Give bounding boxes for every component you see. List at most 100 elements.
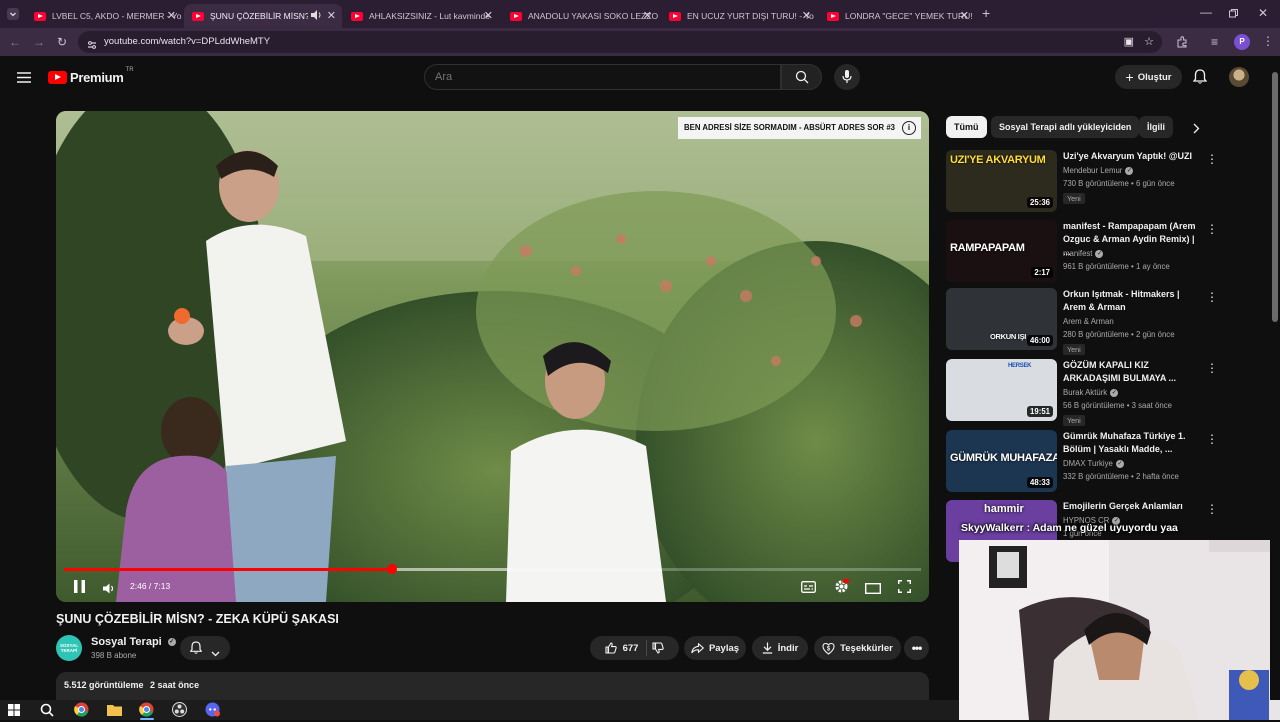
recommendation-title[interactable]: Emojilerin Gerçek Anlamları — [1063, 500, 1203, 513]
endscreen-suggestion-chip[interactable]: BEN ADRESİ SİZE SORMADIM - ABSÜRT ADRES … — [678, 117, 921, 139]
more-options-icon[interactable]: ⋮ — [1206, 502, 1218, 516]
share-label: Paylaş — [708, 642, 740, 654]
scrollbar-thumb[interactable] — [1272, 72, 1278, 322]
theater-mode-icon[interactable] — [864, 581, 882, 599]
close-tab-icon[interactable]: ✕ — [167, 9, 176, 22]
recommendation-channel[interactable]: manifest ✓ — [1063, 249, 1104, 258]
obs-taskbar-icon[interactable] — [172, 702, 188, 718]
more-actions-button[interactable]: ••• — [904, 636, 929, 660]
recommendation-channel[interactable]: Arem & Arman — [1063, 317, 1114, 326]
recommendation-thumbnail[interactable]: GÜMRÜK MUHAFAZA 48:33 — [946, 430, 1057, 492]
fullscreen-icon[interactable] — [897, 579, 912, 598]
chip-related[interactable]: İlgili — [1139, 116, 1173, 138]
settings-gear-icon[interactable] — [834, 579, 849, 599]
chips-scroll-right-icon[interactable] — [1193, 121, 1200, 139]
browser-tab[interactable]: AHLAKSIZSINIZ - Lut kavminde ✕ — [343, 4, 499, 28]
channel-avatar[interactable]: SOSYAL TERAPİ — [56, 635, 82, 661]
recommendation-item[interactable]: GÜMRÜK MUHAFAZA 48:33 Gümrük Muhafaza Türk… — [946, 430, 1264, 496]
search-input[interactable] — [424, 64, 781, 90]
volume-icon[interactable] — [103, 581, 115, 599]
browser-tab[interactable]: LVBEL C5, AKDO - MERMER - Yo ✕ — [26, 4, 182, 28]
bookmark-star-icon[interactable]: ☆ — [1144, 31, 1154, 53]
chip-from-uploader[interactable]: Sosyal Terapi adlı yükleyiciden — [991, 116, 1140, 138]
search-button[interactable] — [781, 64, 822, 90]
recommendation-channel[interactable]: Burak Aktürk ✓ — [1063, 388, 1119, 397]
account-avatar[interactable] — [1229, 67, 1249, 87]
recommendation-channel[interactable]: Mendebur Lemur ✓ — [1063, 166, 1134, 175]
more-options-icon[interactable]: ⋮ — [1206, 152, 1218, 166]
recommendation-item[interactable]: RAMPAPAPAM 2:17 manifest - Rampapapam (Are… — [946, 220, 1264, 286]
video-player[interactable]: BEN ADRESİ SİZE SORMADIM - ABSÜRT ADRES … — [56, 111, 929, 602]
recommendation-title[interactable]: Uzi'ye Akvaryum Yaptık! @UZI — [1063, 150, 1203, 163]
close-tab-icon[interactable]: ✕ — [960, 9, 969, 22]
close-tab-icon[interactable]: ✕ — [643, 9, 652, 22]
windows-start-icon[interactable] — [8, 702, 24, 718]
more-options-icon[interactable]: ⋮ — [1206, 432, 1218, 446]
subtitles-icon[interactable] — [801, 580, 816, 598]
restore-window-icon[interactable] — [1229, 8, 1238, 20]
cast-icon[interactable]: ▣ — [1124, 31, 1134, 53]
browser-tab[interactable]: EN UCUZ YURT DIŞI TURU! - Yo ✕ — [661, 4, 817, 28]
close-tab-icon[interactable]: ✕ — [484, 9, 493, 22]
reload-icon[interactable]: ↻ — [57, 36, 67, 48]
forward-icon[interactable]: → — [33, 36, 45, 48]
recommendation-item[interactable]: ORKUN IŞI 46:00 Orkun Işıtmak - Hitmakers … — [946, 288, 1264, 355]
hamburger-menu-icon[interactable] — [17, 70, 31, 88]
file-explorer-icon[interactable] — [107, 702, 123, 718]
recommendation-thumbnail[interactable]: ORKUN IŞI 46:00 — [946, 288, 1057, 350]
discord-taskbar-icon[interactable] — [205, 702, 221, 718]
channel-name-text: DMAX Turkiye — [1063, 459, 1113, 468]
chrome-taskbar-icon[interactable] — [74, 702, 90, 718]
browser-tab[interactable]: LONDRA "GECE" YEMEK TURU! ✕ — [819, 4, 975, 28]
channel-name[interactable]: Sosyal Terapi ✓ — [91, 636, 176, 648]
back-icon[interactable]: ← — [9, 36, 21, 48]
more-options-icon[interactable]: ⋮ — [1206, 290, 1218, 304]
address-bar[interactable]: youtube.com/watch?v=DPLddWheMTY ▣ ☆ — [78, 31, 1162, 53]
create-button[interactable]: + Oluştur — [1115, 65, 1182, 89]
more-options-icon[interactable]: ⋮ — [1206, 222, 1218, 236]
recommendation-channel[interactable]: DMAX Turkiye ✓ — [1063, 459, 1124, 468]
recommendation-title[interactable]: Gümrük Muhafaza Türkiye 1. Bölüm | Yasak… — [1063, 430, 1203, 456]
tab-search-icon[interactable] — [7, 8, 19, 22]
dislike-button[interactable] — [652, 642, 665, 654]
subscription-bell-button[interactable] — [180, 636, 230, 660]
page-scrollbar[interactable] — [1270, 56, 1280, 700]
close-window-icon[interactable]: ✕ — [1258, 7, 1268, 19]
thumbnail-caption: HERSEK — [1008, 363, 1032, 369]
thanks-button[interactable]: $ Teşekkürler — [814, 636, 901, 660]
profile-avatar[interactable]: P — [1234, 34, 1250, 50]
new-tab-icon[interactable]: + — [982, 6, 990, 20]
download-button[interactable]: İndir — [752, 636, 808, 660]
minimize-window-icon[interactable]: — — [1200, 6, 1212, 18]
recommendation-thumbnail[interactable]: RAMPAPAPAM 2:17 — [946, 220, 1057, 282]
share-button[interactable]: Paylaş — [684, 636, 746, 660]
speaker-icon[interactable] — [311, 10, 322, 22]
chip-all[interactable]: Tümü — [946, 116, 987, 138]
notifications-bell-icon[interactable] — [1192, 69, 1208, 89]
more-options-icon[interactable]: ⋮ — [1206, 361, 1218, 375]
taskbar-search-icon[interactable] — [40, 702, 56, 718]
like-button[interactable]: 677 — [605, 640, 648, 656]
info-icon[interactable]: i — [902, 121, 916, 135]
close-tab-icon[interactable]: ✕ — [327, 9, 336, 22]
pause-icon[interactable] — [74, 580, 85, 598]
browser-menu-icon[interactable]: ⋮ — [1262, 35, 1274, 47]
voice-search-button[interactable] — [834, 64, 860, 90]
browser-tab-active[interactable]: ŞUNU ÇÖZEBİLİR MİSN? - Z ✕ — [184, 4, 342, 28]
recommendation-item[interactable]: UZI'YE AKVARYUM 25:36 Uzi'ye Akvaryum Yapt… — [946, 150, 1264, 216]
recommendation-title[interactable]: Orkun Işıtmak - Hitmakers | Arem & Arman — [1063, 288, 1203, 314]
browser-tab[interactable]: ANADOLU YAKASI SOKO LEZZO ✕ — [502, 4, 658, 28]
recommendation-title[interactable]: GÖZÜM KAPALI KIZ ARKADAŞIMI BULMAYA ... — [1063, 359, 1203, 385]
chrome-taskbar-icon-active[interactable] — [139, 702, 155, 718]
recommendation-thumbnail[interactable]: HERSEK 19:51 — [946, 359, 1057, 421]
video-progress-bar[interactable] — [64, 564, 921, 574]
video-duration: 2:17 — [1031, 267, 1053, 278]
recommendation-thumbnail[interactable]: UZI'YE AKVARYUM 25:36 — [946, 150, 1057, 212]
recommendation-item[interactable]: HERSEK 19:51 GÖZÜM KAPALI KIZ ARKADAŞIMI B… — [946, 359, 1264, 426]
youtube-logo[interactable]: Premium TR — [48, 67, 134, 85]
close-tab-icon[interactable]: ✕ — [802, 9, 811, 22]
extensions-icon[interactable] — [1176, 36, 1188, 50]
thumbnail-caption: UZI'YE AKVARYUM — [950, 154, 1046, 166]
reading-list-icon[interactable]: ≡ — [1211, 36, 1218, 48]
bell-icon — [189, 641, 203, 659]
